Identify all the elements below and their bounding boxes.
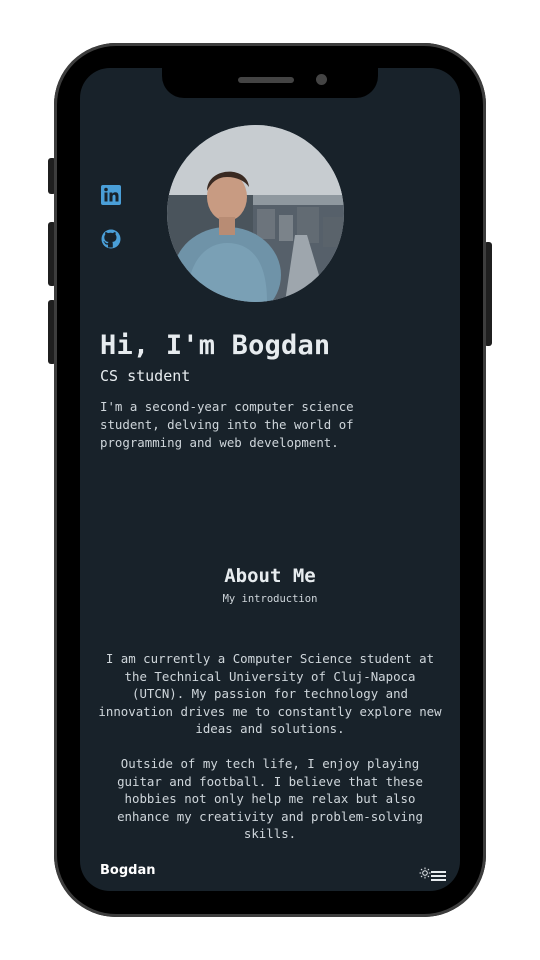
- hero-subtitle: CS student: [100, 367, 191, 385]
- nav-logo[interactable]: Bogdan: [100, 863, 155, 878]
- about-subtitle: My introduction: [222, 593, 318, 605]
- phone-screen: Hi, I'm Bogdan CS student I'm a second-y…: [80, 68, 460, 891]
- speaker-grille: [238, 77, 294, 83]
- hero-title: Hi, I'm Bogdan: [100, 330, 331, 361]
- front-camera: [316, 74, 327, 85]
- hero-description: I'm a second-year computer science stude…: [100, 399, 354, 450]
- phone-notch: [162, 68, 378, 98]
- profile-photo: [167, 125, 344, 302]
- linkedin-icon[interactable]: [100, 184, 122, 206]
- menu-hamburger-icon[interactable]: [431, 866, 446, 881]
- github-icon[interactable]: [100, 228, 122, 250]
- about-paragraph: I am currently a Computer Science studen…: [98, 651, 442, 737]
- about-paragraph: Outside of my tech life, I enjoy playing…: [117, 756, 423, 842]
- theme-toggle-sun-icon[interactable]: [419, 864, 431, 879]
- about-title: About Me: [224, 565, 316, 587]
